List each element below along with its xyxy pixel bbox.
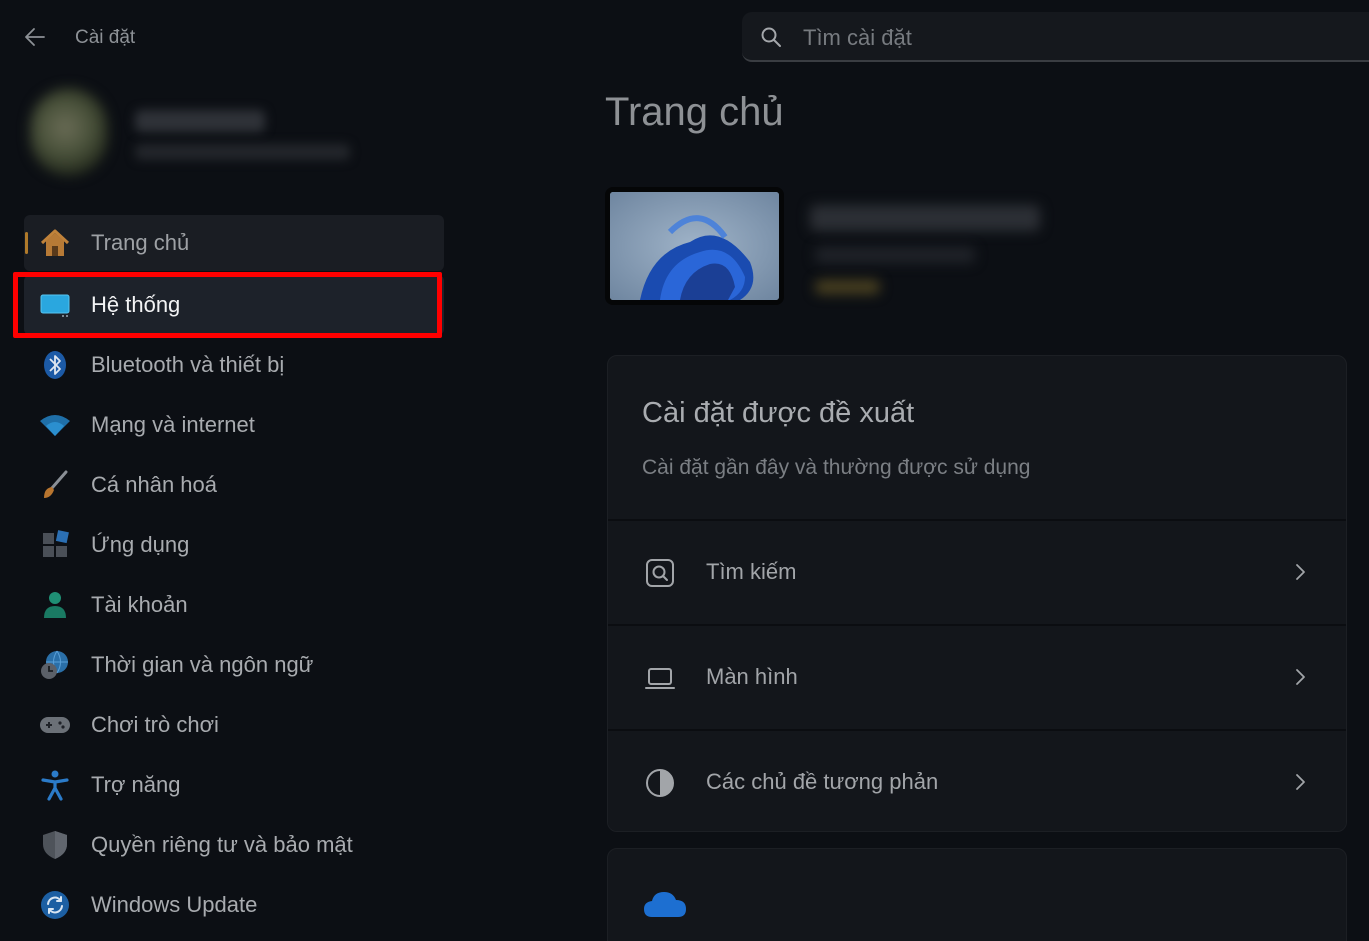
sidebar-item-label: Bluetooth và thiết bị	[91, 352, 285, 377]
globe-clock-icon	[41, 650, 68, 679]
sidebar-item-label: Quyền riêng tư và bảo mật	[91, 832, 353, 857]
sidebar-item-label: Chơi trò chơi	[91, 712, 219, 737]
search-box[interactable]: Tìm cài đặt	[742, 12, 1369, 62]
app-title: Cài đặt	[75, 27, 136, 48]
update-icon	[41, 891, 69, 919]
sidebar-item-personalization[interactable]: Cá nhân hoá	[24, 455, 444, 515]
sidebar-item-gaming[interactable]: Chơi trò chơi	[24, 695, 444, 755]
apps-icon	[43, 530, 69, 557]
search-settings-icon	[646, 559, 674, 587]
card-subtitle: Cài đặt gần đây và thường được sử dụng	[642, 456, 1031, 479]
row-label: Tìm kiếm	[706, 559, 797, 584]
sidebar-item-time-language[interactable]: Thời gian và ngôn ngữ	[24, 635, 444, 695]
sidebar-item-system[interactable]: Hệ thống	[24, 275, 444, 335]
avatar[interactable]	[30, 88, 108, 176]
wallpaper-image	[610, 192, 779, 300]
sidebar-item-label: Hệ thống	[91, 292, 181, 317]
card-title: Cài đặt được đề xuất	[642, 397, 915, 429]
sidebar-item-label: Trang chủ	[91, 230, 190, 255]
row-label: Màn hình	[706, 664, 798, 689]
device-badge-blurred	[815, 280, 880, 294]
contrast-icon	[646, 769, 674, 797]
profile-email-blurred	[135, 144, 350, 160]
sidebar-item-label: Ứng dụng	[91, 532, 190, 557]
sidebar-item-label: Thời gian và ngôn ngữ	[91, 652, 314, 677]
accessibility-icon	[41, 770, 69, 801]
wifi-icon	[40, 415, 70, 436]
brush-icon	[44, 470, 68, 498]
shield-icon	[43, 831, 67, 859]
person-icon	[44, 592, 66, 618]
sidebar-nav: Trang chủ Hệ thống Bluetooth và thiết bị	[24, 215, 444, 935]
laptop-icon	[645, 668, 675, 689]
bluetooth-icon	[44, 351, 66, 379]
recommended-settings-card: Cài đặt được đề xuất Cài đặt gần đây và …	[607, 355, 1347, 832]
chevron-right-icon	[1296, 564, 1305, 580]
sidebar-item-apps[interactable]: Ứng dụng	[24, 515, 444, 575]
sidebar-item-privacy-security[interactable]: Quyền riêng tư và bảo mật	[24, 815, 444, 875]
device-model-blurred	[815, 247, 975, 263]
device-name-blurred	[810, 205, 1040, 231]
recommended-row-search[interactable]: Tìm kiếm	[608, 519, 1346, 622]
settings-window: Cài đặt Tìm cài đặt Trang chủ Hệ thống B…	[0, 0, 1369, 941]
sidebar-item-home[interactable]: Trang chủ	[24, 215, 444, 271]
search-icon	[761, 27, 781, 47]
sidebar-item-windows-update[interactable]: Windows Update	[24, 875, 444, 935]
sidebar-item-label: Windows Update	[91, 892, 258, 917]
monitor-icon	[40, 294, 70, 317]
sidebar-item-network[interactable]: Mạng và internet	[24, 395, 444, 455]
back-arrow-icon[interactable]	[22, 24, 48, 50]
sidebar-item-label: Cá nhân hoá	[91, 472, 217, 497]
sidebar-item-label: Mạng và internet	[91, 412, 255, 437]
chevron-right-icon	[1296, 669, 1305, 685]
sidebar-item-accessibility[interactable]: Trợ năng	[24, 755, 444, 815]
cloud-icon	[644, 892, 686, 917]
sidebar-item-accounts[interactable]: Tài khoản	[24, 575, 444, 635]
recommended-row-contrast-themes[interactable]: Các chủ đề tương phản	[608, 729, 1346, 831]
device-thumbnail	[605, 187, 784, 305]
bloom-wallpaper-icon	[610, 192, 779, 300]
profile-name-blurred	[135, 110, 265, 132]
search-input[interactable]: Tìm cài đặt	[803, 25, 912, 51]
sidebar-item-label: Tài khoản	[91, 592, 188, 617]
home-icon	[40, 229, 70, 256]
gamepad-icon	[40, 717, 70, 733]
row-label: Các chủ đề tương phản	[706, 769, 939, 794]
chevron-right-icon	[1296, 774, 1305, 790]
recommended-row-display[interactable]: Màn hình	[608, 624, 1346, 727]
sidebar-item-bluetooth[interactable]: Bluetooth và thiết bị	[24, 335, 444, 395]
page-title: Trang chủ	[605, 90, 784, 134]
onedrive-card[interactable]	[607, 848, 1347, 941]
sidebar-item-label: Trợ năng	[91, 772, 181, 797]
